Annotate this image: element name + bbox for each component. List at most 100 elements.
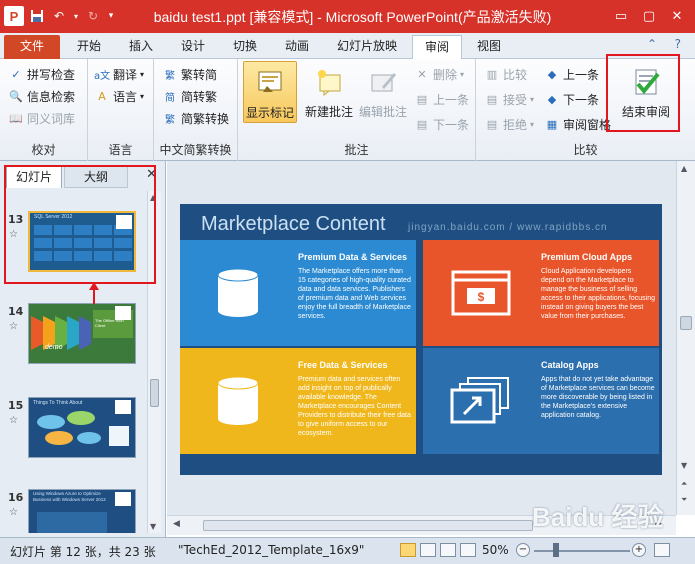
- chevron-down-icon: ▾: [140, 91, 145, 101]
- language-button[interactable]: A 语言 ▾: [94, 86, 144, 106]
- research-label: 信息检索: [27, 89, 76, 104]
- compare-button[interactable]: ▥ 比较: [484, 64, 527, 84]
- tile-body: Cloud Application developers depend on t…: [541, 268, 656, 320]
- save-icon[interactable]: [28, 7, 46, 25]
- thesaurus-icon: 📖: [9, 111, 23, 125]
- slide-watermark: jingyan.baidu.com / www.rapidbbs.cn: [408, 222, 608, 233]
- theme-name[interactable]: "TechEd_2012_Template_16x9": [178, 543, 364, 557]
- research-button[interactable]: 🔍 信息检索: [8, 86, 75, 106]
- compare-icon: ▥: [486, 67, 498, 81]
- tab-insert[interactable]: 插入: [118, 35, 164, 59]
- tab-review[interactable]: 审阅: [412, 35, 462, 59]
- zoom-slider[interactable]: [534, 550, 630, 552]
- status-bar: 幻灯片 第 12 张，共 23 张 "TechEd_2012_Template_…: [0, 537, 695, 564]
- scroll-left-icon[interactable]: ◀: [173, 519, 180, 529]
- tab-file[interactable]: 文件: [4, 35, 60, 59]
- group-language: a文 翻译 ▾ A 语言 ▾ 语言: [88, 59, 154, 161]
- scroll-down-icon[interactable]: ▼: [150, 522, 156, 531]
- tab-slideshow[interactable]: 幻灯片放映: [326, 35, 408, 59]
- research-icon: 🔍: [9, 89, 23, 103]
- new-comment-icon: [312, 65, 346, 99]
- zoom-in-button[interactable]: +: [632, 543, 646, 557]
- slide-title[interactable]: Marketplace Content: [201, 213, 386, 236]
- payment-window-icon: $: [423, 240, 538, 346]
- thesaurus-button[interactable]: 📖 同义词库: [8, 108, 75, 128]
- translate-button[interactable]: a文 翻译 ▾: [94, 64, 144, 84]
- close-button[interactable]: ✕: [665, 6, 689, 26]
- tile-body: Premium data and services often add insi…: [298, 376, 411, 437]
- red-arrow-icon: [89, 282, 99, 304]
- tile-body: Apps that do not yet take advantage of M…: [541, 376, 655, 419]
- next-change-button[interactable]: ◆ 下一条: [544, 89, 599, 109]
- spellcheck-button[interactable]: ✓ 拼写检查: [8, 64, 75, 84]
- simplified-to-traditional-button[interactable]: 简 简转繁: [162, 86, 217, 106]
- accept-button[interactable]: ▤ 接受 ▾: [484, 89, 534, 109]
- tab-design[interactable]: 设计: [170, 35, 216, 59]
- previous-comment-icon: ▤: [416, 92, 428, 106]
- new-comment-button[interactable]: 新建批注: [304, 61, 354, 123]
- thumbnail-number: 15: [8, 399, 24, 412]
- thumbnail-15[interactable]: 15 ☆ Things To Think About: [6, 397, 146, 467]
- restore-button[interactable]: ▢: [637, 6, 661, 26]
- traditional-to-simplified-button[interactable]: 繁 繁转简: [162, 64, 217, 84]
- normal-view-icon[interactable]: [400, 543, 416, 557]
- redo-icon[interactable]: ↻: [84, 7, 102, 25]
- zoom-out-button[interactable]: −: [516, 543, 530, 557]
- thumbnail-16[interactable]: 16 ☆ Using Windows Azure to Optimize Bus…: [6, 489, 146, 533]
- reviewing-pane-button[interactable]: ▦ 审阅窗格: [544, 114, 611, 134]
- previous-change-button[interactable]: ◆ 上一条: [544, 64, 599, 84]
- tab-view[interactable]: 视图: [466, 35, 512, 59]
- minimize-ribbon-icon[interactable]: ⌃: [647, 37, 657, 51]
- slide-sorter-icon[interactable]: [420, 543, 436, 557]
- next-slide-icon[interactable]: ⏷: [681, 495, 687, 505]
- minimize-button[interactable]: ▭: [609, 6, 633, 26]
- next-change-label: 下一条: [563, 92, 600, 107]
- transition-star-icon: ☆: [9, 507, 18, 518]
- edit-comment-button[interactable]: 编辑批注: [358, 61, 408, 123]
- slideshow-view-icon[interactable]: [460, 543, 476, 557]
- next-comment-button[interactable]: ▤ 下一条: [414, 114, 469, 134]
- scroll-down-icon[interactable]: ▼: [681, 461, 687, 470]
- translate-label: 翻译: [113, 67, 138, 82]
- scrollbar-thumb[interactable]: [203, 520, 533, 531]
- tab-animations[interactable]: 动画: [274, 35, 320, 59]
- database-icon: [180, 348, 295, 454]
- compare-label: 比较: [503, 67, 528, 82]
- show-markup-button[interactable]: 显示标记: [243, 61, 297, 123]
- help-icon[interactable]: ?: [675, 37, 681, 51]
- scroll-up-icon[interactable]: ▲: [681, 164, 687, 173]
- slide-editing-area[interactable]: Marketplace Content jingyan.baidu.com / …: [167, 161, 676, 515]
- customize-qat-icon[interactable]: ▾: [106, 7, 116, 25]
- powerpoint-logo-icon[interactable]: P: [4, 6, 24, 26]
- zoom-level[interactable]: 50%: [482, 543, 509, 557]
- tile-premium-cloud-apps[interactable]: $ Premium Cloud Apps Cloud Application d…: [423, 240, 659, 346]
- tile-free-data[interactable]: Free Data & Services Premium data and se…: [180, 348, 416, 454]
- previous-comment-button[interactable]: ▤ 上一条: [414, 89, 469, 109]
- tile-catalog-apps[interactable]: Catalog Apps Apps that do not yet take a…: [423, 348, 659, 454]
- delete-comment-button[interactable]: ✕ 删除 ▾: [414, 64, 464, 84]
- thumbnail-14[interactable]: 14 ☆ demo The Offline Rich Client: [6, 303, 146, 373]
- reject-button[interactable]: ▤ 拒绝 ▾: [484, 114, 534, 134]
- slide-vertical-scrollbar[interactable]: ▲ ▼ ⏶ ⏷: [676, 161, 695, 515]
- spellcheck-label: 拼写检查: [27, 67, 76, 82]
- tab-home[interactable]: 开始: [66, 35, 112, 59]
- group-label-chinese-conversion: 中文简繁转换: [159, 143, 232, 157]
- previous-change-icon: ◆: [547, 67, 557, 81]
- fit-to-window-icon[interactable]: [654, 543, 670, 557]
- current-slide[interactable]: Marketplace Content jingyan.baidu.com / …: [180, 204, 662, 475]
- ribbon: ✓ 拼写检查 🔍 信息检索 📖 同义词库 校对 a文 翻译 ▾ A 语言 ▾ 语…: [0, 59, 695, 161]
- tab-transitions[interactable]: 切换: [222, 35, 268, 59]
- undo-icon[interactable]: ↶: [50, 7, 68, 25]
- scrollbar-thumb[interactable]: [150, 379, 159, 407]
- tile-premium-data[interactable]: Premium Data & Services The Marketplace …: [180, 240, 416, 346]
- undo-dropdown-icon[interactable]: ▾: [72, 7, 80, 25]
- conversion-button[interactable]: 繁 简繁转换: [162, 108, 229, 128]
- reading-view-icon[interactable]: [440, 543, 456, 557]
- scrollbar-thumb[interactable]: [680, 316, 692, 330]
- delete-icon: ✕: [417, 67, 427, 81]
- accept-label: 接受: [503, 92, 528, 107]
- previous-slide-icon[interactable]: ⏶: [681, 479, 687, 489]
- language-icon: A: [98, 89, 106, 103]
- zoom-slider-knob[interactable]: [553, 543, 560, 557]
- group-proofing: ✓ 拼写检查 🔍 信息检索 📖 同义词库 校对: [0, 59, 88, 161]
